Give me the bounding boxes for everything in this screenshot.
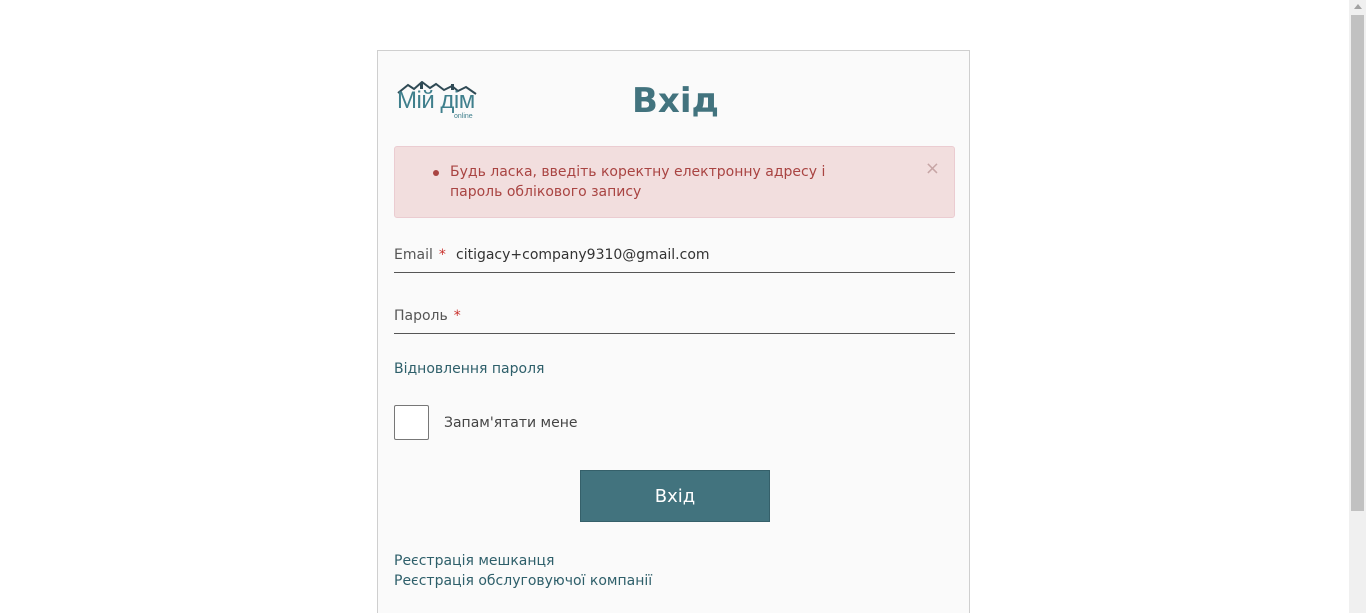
forgot-password-link[interactable]: Відновлення пароля (394, 359, 544, 379)
page-title: Вхід (632, 81, 719, 121)
required-marker: * (438, 247, 446, 263)
register-company-link[interactable]: Реєстрація обслуговуючої компанії (394, 571, 652, 591)
email-label: Email * (394, 247, 446, 263)
register-resident-link[interactable]: Реєстрація мешканця (394, 551, 554, 571)
remember-me-checkbox[interactable] (394, 405, 429, 440)
vertical-scrollbar[interactable] (1349, 0, 1366, 613)
error-alert: Будь ласка, введіть коректну електронну … (394, 146, 955, 218)
alert-message: Будь ласка, введіть коректну електронну … (450, 164, 826, 200)
login-card: Мій дім online Вхід Будь ласка, введіть … (377, 50, 970, 613)
login-button[interactable]: Вхід (580, 470, 770, 522)
password-label: Пароль * (394, 308, 461, 324)
alert-bullet (433, 170, 439, 176)
remember-me-label[interactable]: Запам'ятати мене (444, 413, 578, 433)
email-field: Email * (394, 239, 955, 273)
scrollbar-thumb[interactable] (1351, 15, 1364, 511)
required-marker: * (453, 308, 461, 324)
close-icon[interactable]: × (925, 159, 940, 179)
password-field: Пароль * (394, 300, 955, 334)
login-page: Мій дім online Вхід Будь ласка, введіть … (0, 0, 1366, 613)
scroll-up-arrow-icon[interactable] (1354, 4, 1362, 9)
email-input[interactable] (456, 239, 951, 271)
password-input[interactable] (466, 300, 951, 332)
